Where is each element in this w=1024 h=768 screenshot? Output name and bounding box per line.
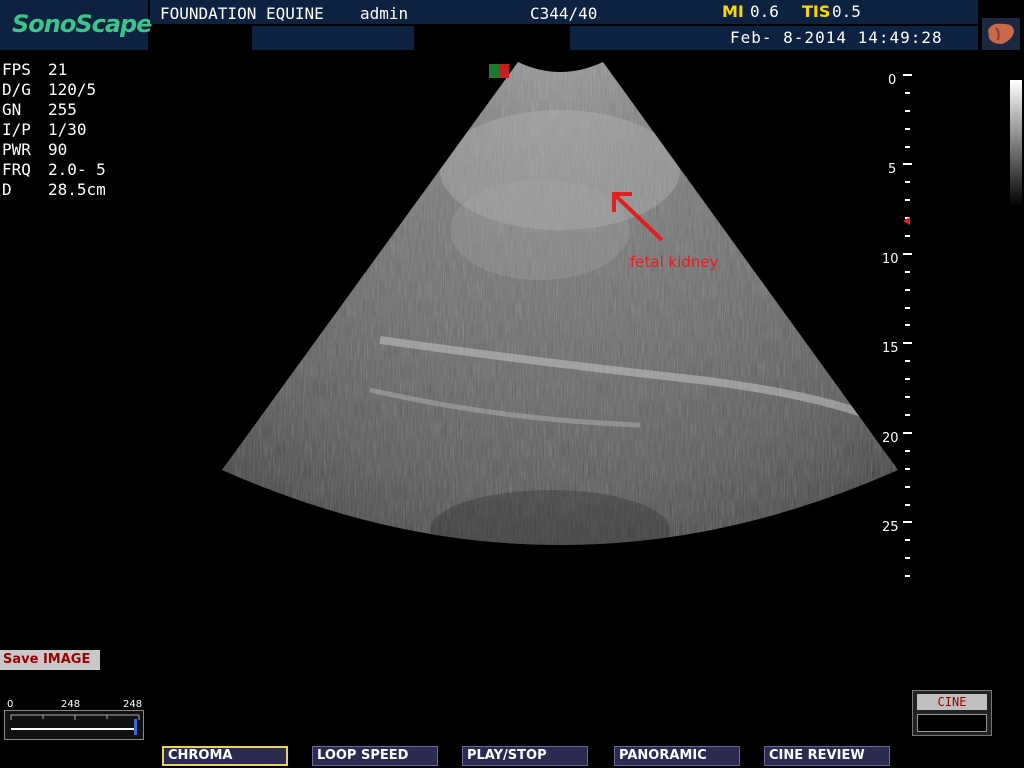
param-label: FRQ [2, 160, 31, 179]
slider-mid-label: 248 [61, 699, 81, 710]
datetime: Feb- 8-2014 14:49:28 [730, 28, 943, 47]
user-name: admin [360, 4, 409, 23]
mi-label: MI [722, 2, 744, 21]
param-value: 120/5 [48, 80, 97, 99]
depth-label: 0 [888, 73, 897, 88]
probe-model: C344/40 [530, 4, 598, 23]
softkey-loop-speed[interactable]: LOOP SPEED [312, 746, 438, 766]
cine-frame-slider[interactable]: 0 248 248 [4, 699, 144, 740]
param-label: D [2, 180, 12, 199]
param-label: I/P [2, 120, 31, 139]
depth-label: 15 [882, 341, 899, 356]
cine-indicator: CINE [912, 690, 992, 736]
softkey-chroma[interactable]: CHROMA [162, 746, 288, 766]
param-row-fps: FPS 21 [2, 60, 106, 80]
tis-value: 0.5 [832, 2, 861, 21]
cine-label: CINE [917, 694, 987, 710]
softkey-play-stop[interactable]: PLAY/STOP [462, 746, 588, 766]
param-label: PWR [2, 140, 31, 159]
cine-status-field [917, 714, 987, 732]
slider-track [10, 714, 140, 730]
liver-organ-icon[interactable] [982, 18, 1020, 50]
slider-min-label: 0 [7, 699, 14, 710]
institution-name: FOUNDATION EQUINE [160, 4, 324, 23]
ultrasound-image [222, 62, 912, 577]
depth-label: 5 [888, 162, 897, 177]
save-image-button[interactable]: Save IMAGE [0, 650, 100, 670]
param-row-dg: D/G 120/5 [2, 80, 106, 100]
softkey-panoramic[interactable]: PANORAMIC [614, 746, 740, 766]
depth-label: 20 [882, 431, 899, 446]
depth-scale-ticks [903, 74, 912, 577]
param-value: 1/30 [48, 120, 87, 139]
param-row-ip: I/P 1/30 [2, 120, 106, 140]
param-label: GN [2, 100, 22, 119]
param-row-frq: FRQ 2.0- 5 [2, 160, 106, 180]
param-value: 2.0- 5 [48, 160, 106, 179]
depth-label: 10 [882, 252, 899, 267]
param-row-gn: GN 255 [2, 100, 106, 120]
param-label: FPS [2, 60, 31, 79]
probe-orientation-marker [489, 64, 509, 78]
mi-value: 0.6 [750, 2, 779, 21]
slider-thumb[interactable] [134, 719, 137, 735]
param-value: 90 [48, 140, 68, 159]
param-row-pwr: PWR 90 [2, 140, 106, 160]
param-value: 255 [48, 100, 77, 119]
softkey-cine-review[interactable]: CINE REVIEW [764, 746, 890, 766]
depth-label: 25 [882, 520, 899, 535]
param-value: 28.5cm [48, 180, 106, 199]
param-row-depth: D 28.5cm [2, 180, 106, 200]
param-label: D/G [2, 80, 31, 99]
tis-label: TIS [802, 2, 831, 21]
slider-max-label: 248 [123, 699, 143, 710]
info-bar-secondary [252, 26, 414, 50]
annotation-label: fetal kidney [630, 253, 719, 271]
param-value: 21 [48, 60, 68, 79]
imaging-parameters: FPS 21 D/G 120/5 GN 255 I/P 1/30 PWR 90 FRQ 2.… [2, 60, 106, 200]
grayscale-bar [1010, 80, 1022, 206]
brand-logo: SonoScape [12, 10, 153, 38]
